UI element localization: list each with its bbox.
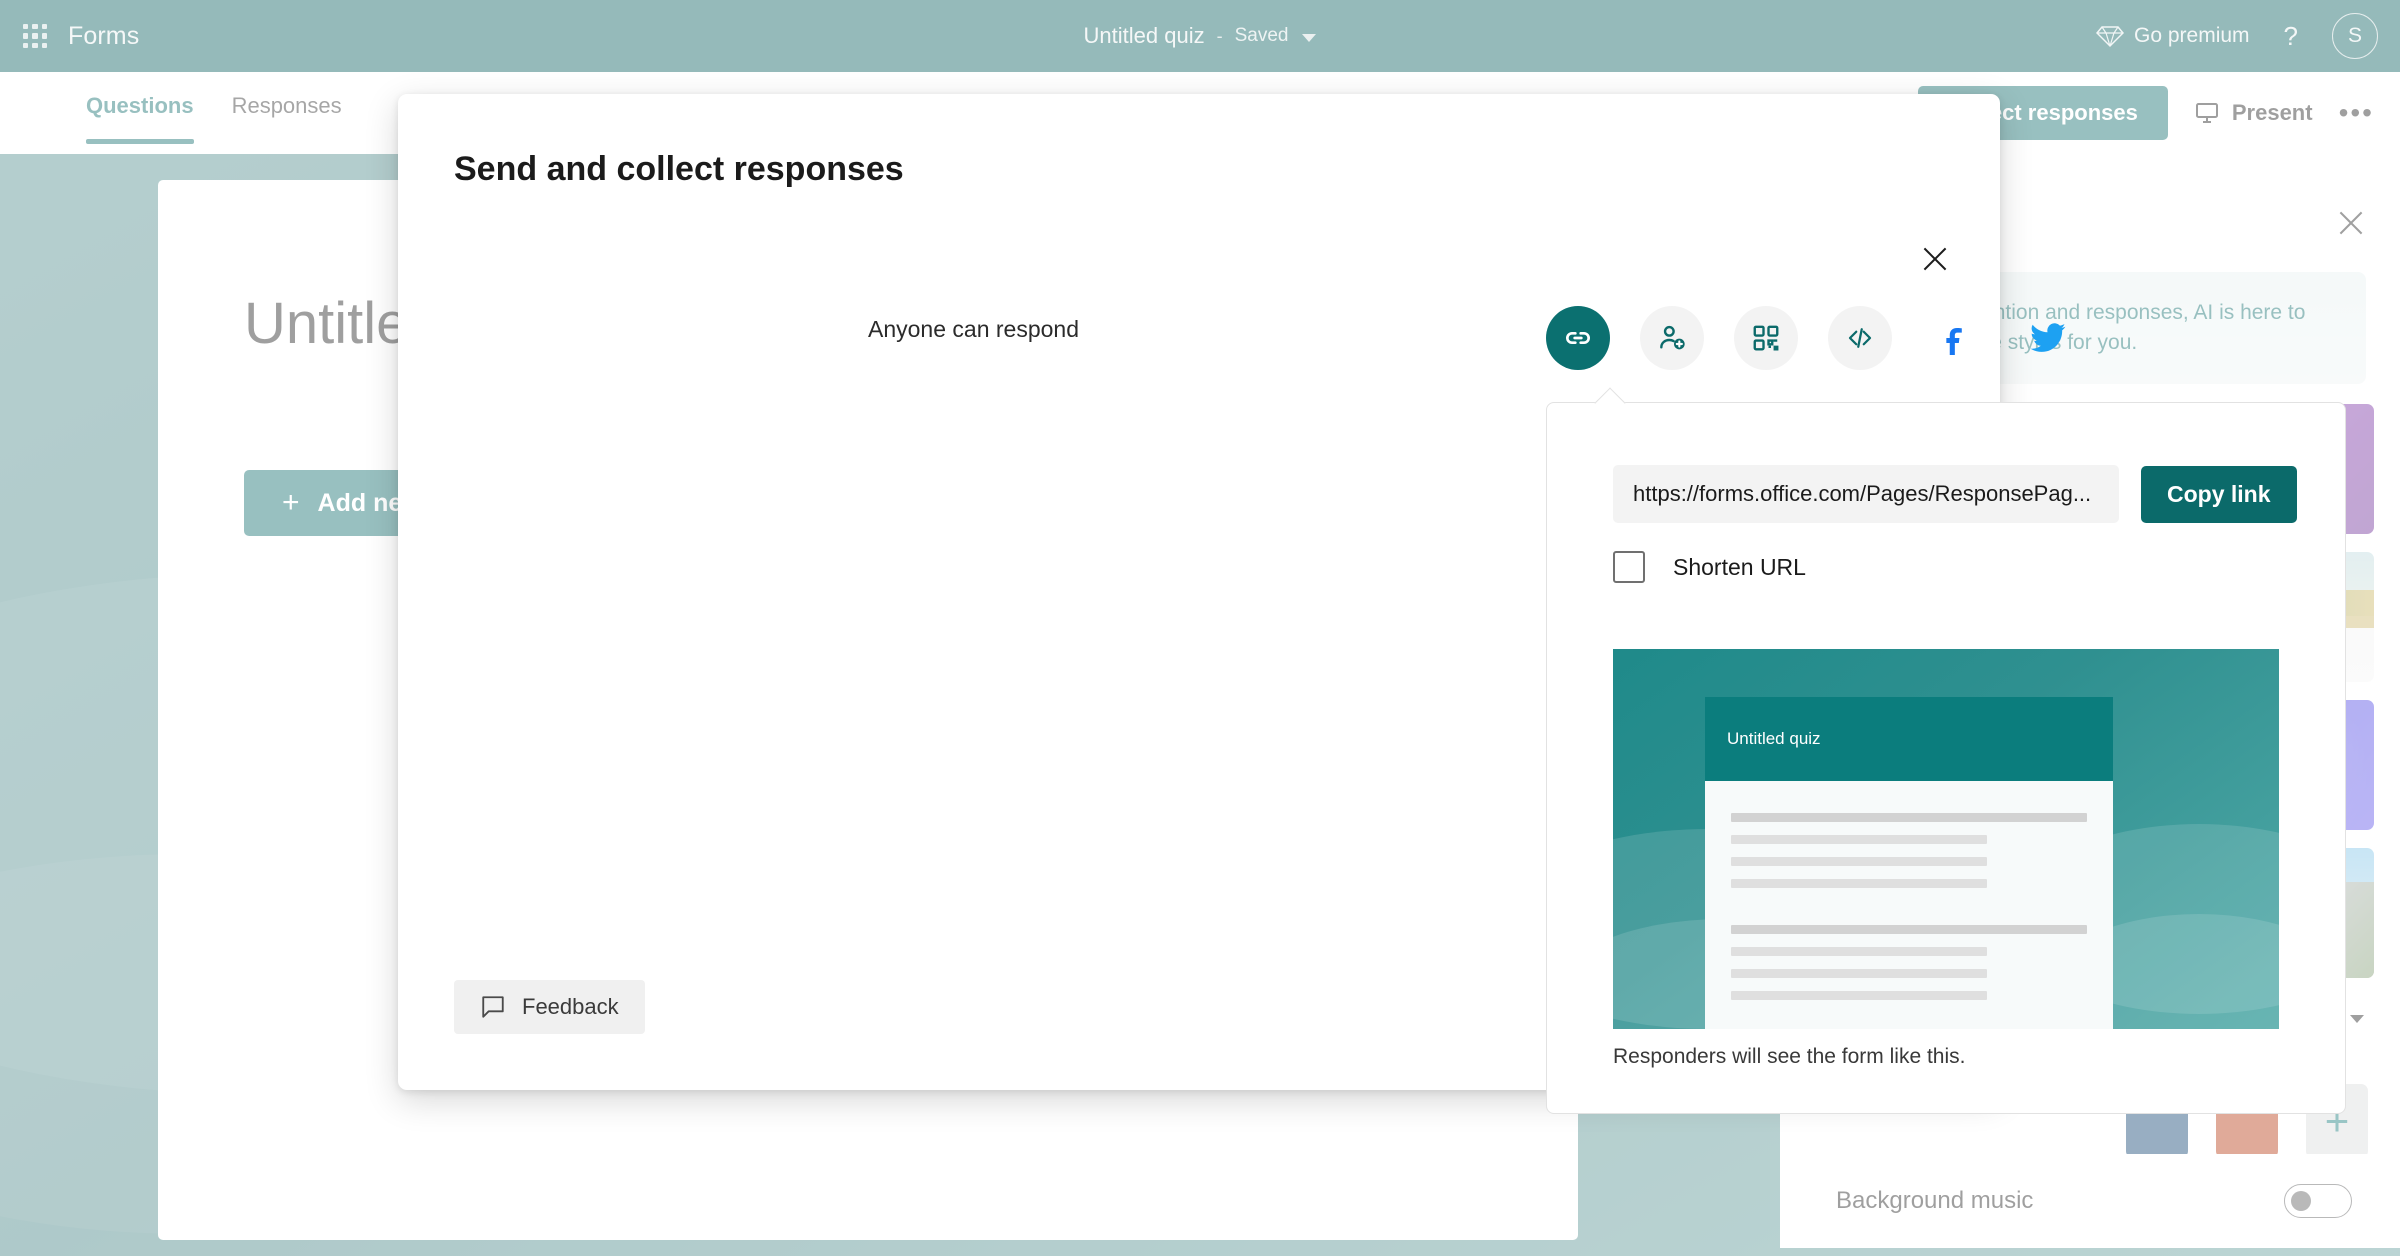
facebook-icon (1946, 327, 1962, 355)
link-icon (1566, 332, 1590, 344)
share-tab-embed[interactable] (1828, 306, 1892, 370)
qr-code-icon (1753, 325, 1779, 351)
share-link-panel: Copy link Shorten URL Untitled quiz (1546, 387, 2346, 1114)
send-collect-responses-dialog: Send and collect responses Anyone can re… (398, 94, 2346, 1114)
shorten-url-checkbox[interactable] (1613, 551, 1645, 583)
share-tab-twitter[interactable] (2016, 306, 2080, 370)
twitter-icon (2030, 323, 2066, 352)
shorten-url-label: Shorten URL (1673, 553, 1806, 580)
share-tab-invite[interactable] (1640, 306, 1704, 370)
share-tab-link[interactable] (1546, 306, 1610, 370)
code-embed-icon (1848, 328, 1872, 348)
person-add-icon (1660, 325, 1685, 350)
dialog-close-icon[interactable] (1918, 242, 1952, 276)
preview-form-title: Untitled quiz (1727, 729, 1821, 748)
copy-link-button[interactable]: Copy link (2141, 465, 2297, 523)
share-url-input[interactable] (1613, 465, 2119, 523)
share-method-tabs (1546, 306, 2080, 370)
url-row: Copy link (1613, 465, 2297, 523)
form-preview: Untitled quiz (1613, 649, 2279, 1029)
audience-label: Anyone can respond (868, 316, 1079, 342)
preview-note: Responders will see the form like this. (1613, 1045, 1966, 1068)
preview-form-header: Untitled quiz (1705, 697, 2113, 781)
panel-caret (1594, 387, 1626, 419)
feedback-label: Feedback (522, 994, 619, 1019)
preview-form-card: Untitled quiz (1705, 697, 2113, 1029)
comment-icon (482, 996, 504, 1018)
share-tab-qr[interactable] (1734, 306, 1798, 370)
shorten-url-row: Shorten URL (1613, 551, 1806, 583)
preview-placeholder-lines (1705, 781, 2113, 1000)
feedback-button[interactable]: Feedback (454, 980, 645, 1034)
share-tab-facebook[interactable] (1922, 306, 1986, 370)
dialog-title: Send and collect responses (454, 150, 904, 188)
